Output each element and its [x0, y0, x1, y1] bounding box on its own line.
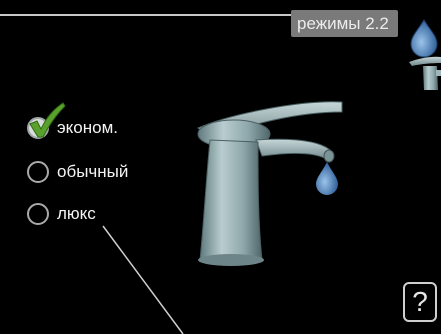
checkmark-icon [29, 102, 66, 138]
help-button[interactable]: ? [403, 282, 437, 322]
water-drop-icon [316, 162, 338, 195]
pointer-line [102, 225, 184, 334]
tap-icon [409, 56, 441, 90]
water-drop-icon-top [410, 19, 438, 58]
display-screen: режимы 2.2 эконом. обычный люкс ? [0, 0, 441, 334]
